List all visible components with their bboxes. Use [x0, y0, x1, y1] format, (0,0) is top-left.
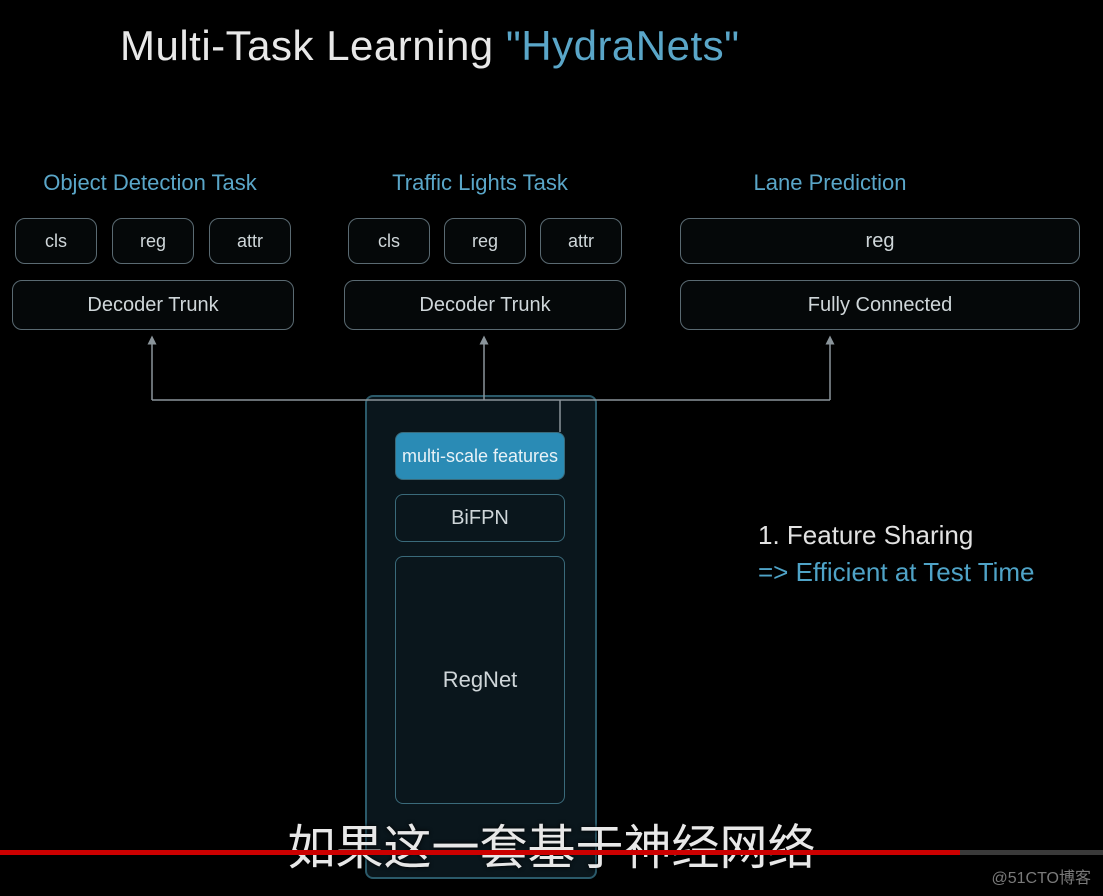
col-title-lane-prediction: Lane Prediction	[680, 170, 980, 196]
head-box-attr-2: attr	[540, 218, 622, 264]
backbone-multi-scale-features: multi-scale features	[395, 432, 565, 480]
trunk-box-object-detection: Decoder Trunk	[12, 280, 294, 330]
backbone-regnet: RegNet	[395, 556, 565, 804]
head-box-cls-2: cls	[348, 218, 430, 264]
trunk-box-traffic-lights: Decoder Trunk	[344, 280, 626, 330]
head-box-reg-2: reg	[444, 218, 526, 264]
note-line-1: 1. Feature Sharing	[758, 520, 1035, 551]
col-title-object-detection: Object Detection Task	[0, 170, 300, 196]
note-line-2: => Efficient at Test Time	[758, 557, 1035, 588]
head-box-attr: attr	[209, 218, 291, 264]
video-progress-played	[0, 850, 960, 855]
col-title-traffic-lights: Traffic Lights Task	[330, 170, 630, 196]
title-main: Multi-Task Learning	[120, 22, 494, 69]
title-accent: "HydraNets"	[506, 22, 740, 69]
head-box-reg: reg	[112, 218, 194, 264]
watermark-text: @51CTO博客	[991, 864, 1091, 888]
head-box-reg-wide: reg	[680, 218, 1080, 264]
video-progress-track[interactable]	[0, 850, 1103, 855]
backbone-bifpn: BiFPN	[395, 494, 565, 542]
video-subtitle: 如果这一套基于神经网络	[0, 808, 1103, 878]
feature-sharing-note: 1. Feature Sharing => Efficient at Test …	[758, 520, 1035, 588]
slide-title: Multi-Task Learning "HydraNets"	[120, 22, 740, 70]
head-box-cls: cls	[15, 218, 97, 264]
trunk-box-lane-prediction: Fully Connected	[680, 280, 1080, 330]
